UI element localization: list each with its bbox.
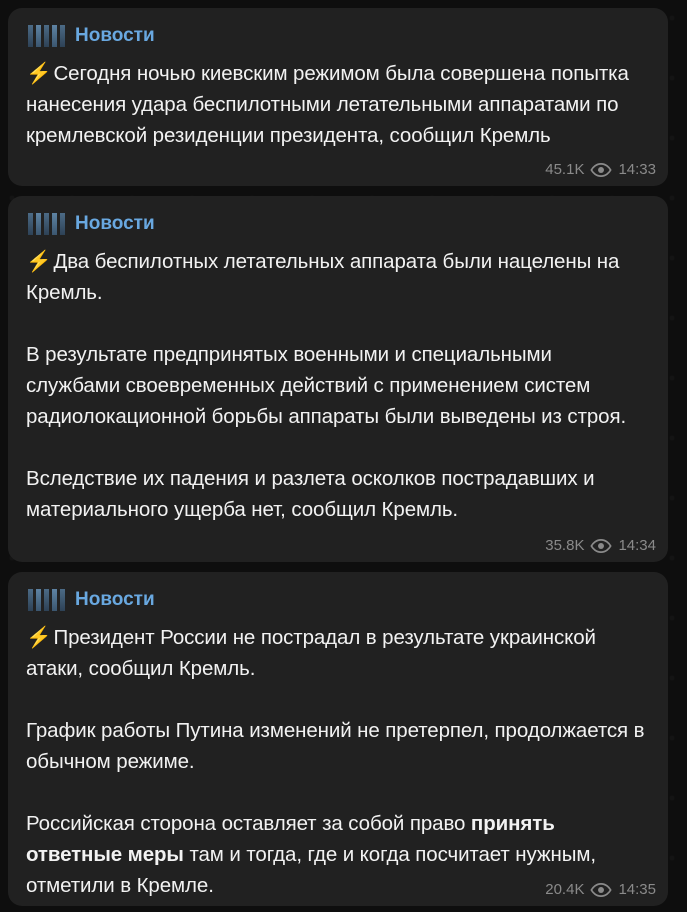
message-header: Новости — [26, 586, 650, 614]
message-paragraph: В результате предпринятых военными и спе… — [26, 343, 627, 428]
message-bubble[interactable]: Новости ⚡Сегодня ночью киевским режимом … — [8, 8, 668, 186]
eye-icon — [590, 162, 613, 177]
channel-name[interactable]: Новости — [75, 589, 155, 611]
lightning-icon: ⚡ — [26, 250, 52, 273]
message-paragraph: График работы Путина изменений не претер… — [26, 719, 645, 773]
lightning-icon: ⚡ — [26, 626, 52, 649]
eye-icon — [590, 882, 613, 897]
lightning-icon: ⚡ — [26, 62, 52, 85]
message-paragraph: ⚡Президент России не пострадал в результ… — [26, 626, 596, 680]
message-text: ⚡Сегодня ночью киевским режимом была сов… — [26, 58, 650, 151]
message-meta: 20.4K 14:35 — [545, 881, 656, 898]
message-header: Новости — [26, 22, 650, 50]
message-text: ⚡Два беспилотных летательных аппарата бы… — [26, 246, 650, 525]
channel-logo-icon[interactable] — [28, 25, 65, 47]
view-count: 45.1K — [545, 161, 585, 178]
channel-logo-icon[interactable] — [28, 213, 65, 235]
eye-icon — [590, 538, 613, 553]
message-meta: 45.1K 14:33 — [545, 161, 656, 178]
channel-name[interactable]: Новости — [75, 213, 155, 235]
message-paragraph: ⚡Два беспилотных летательных аппарата бы… — [26, 250, 620, 304]
message-time: 14:33 — [618, 161, 656, 178]
message-time: 14:34 — [618, 537, 656, 554]
message-header: Новости — [26, 210, 650, 238]
message-time: 14:35 — [618, 881, 656, 898]
message-bubble[interactable]: Новости ⚡Два беспилотных летательных апп… — [8, 196, 668, 562]
message-meta: 35.8K 14:34 — [545, 537, 656, 554]
channel-logo-icon[interactable] — [28, 589, 65, 611]
message-paragraph: ⚡Сегодня ночью киевским режимом была сов… — [26, 62, 629, 147]
message-text: ⚡Президент России не пострадал в результ… — [26, 622, 650, 901]
message-bubble[interactable]: Новости ⚡Президент России не пострадал в… — [8, 572, 668, 906]
channel-name[interactable]: Новости — [75, 25, 155, 47]
message-feed: Новости ⚡Сегодня ночью киевским режимом … — [0, 0, 687, 912]
message-paragraph: Вследствие их падения и разлета осколков… — [26, 467, 595, 521]
view-count: 35.8K — [545, 537, 585, 554]
view-count: 20.4K — [545, 881, 585, 898]
